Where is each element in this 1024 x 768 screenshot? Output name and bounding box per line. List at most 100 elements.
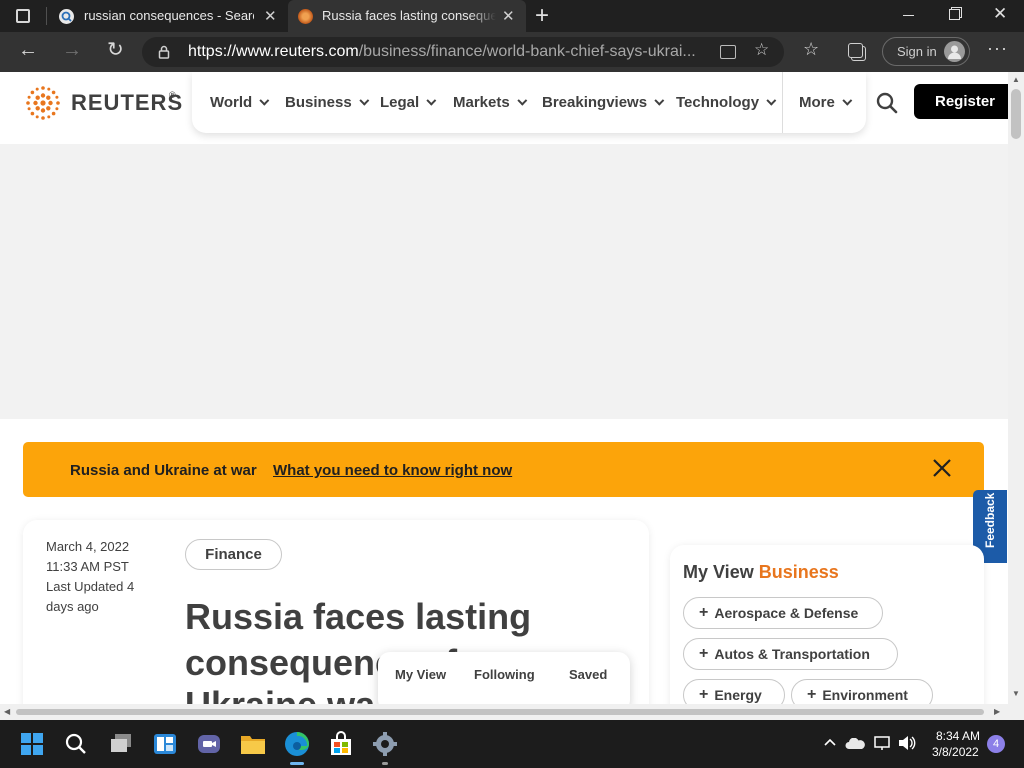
- nav-label: Technology: [676, 94, 760, 111]
- plus-icon: +: [699, 604, 709, 621]
- nav-label: Business: [285, 94, 352, 111]
- scroll-corner: [1008, 704, 1024, 720]
- topic-environment[interactable]: + Environment: [791, 679, 933, 704]
- store-icon[interactable]: [328, 731, 354, 757]
- registered-mark: ®: [169, 90, 176, 100]
- task-view-icon[interactable]: [109, 733, 133, 755]
- new-tab-icon[interactable]: +: [535, 2, 549, 30]
- topic-label: Energy: [714, 687, 762, 703]
- network-icon[interactable]: [874, 735, 892, 751]
- article-headline-line3: Ukraine wa: [185, 684, 375, 704]
- popup-tab-following[interactable]: Following: [474, 667, 535, 682]
- nav-label: Legal: [380, 94, 420, 111]
- collections-icon[interactable]: [848, 43, 863, 58]
- volume-icon[interactable]: [898, 735, 916, 751]
- banner-link[interactable]: What you need to know right now: [273, 462, 512, 479]
- horizontal-scrollbar[interactable]: ◀ ▶: [0, 704, 1008, 720]
- register-button[interactable]: Register: [914, 84, 1008, 119]
- nav-legal[interactable]: Legal: [380, 94, 437, 111]
- scroll-thumb[interactable]: [1011, 89, 1021, 139]
- nav-markets[interactable]: Markets: [453, 94, 527, 111]
- topic-label: Environment: [822, 687, 908, 703]
- back-icon[interactable]: ←: [18, 40, 38, 60]
- myview-popup: My View Following Saved: [378, 652, 630, 704]
- notification-badge[interactable]: 4: [987, 735, 1005, 753]
- nav-divider: [782, 72, 783, 133]
- lock-icon: [158, 45, 170, 59]
- reuters-logo[interactable]: REUTERS ®: [23, 83, 183, 123]
- widgets-icon[interactable]: [153, 732, 177, 756]
- edge-browser-icon[interactable]: [284, 731, 310, 757]
- search-icon[interactable]: [875, 91, 899, 115]
- add-favorite-icon[interactable]: ☆: [754, 40, 769, 60]
- nav-business[interactable]: Business: [285, 94, 369, 111]
- article-updated-cont: days ago: [46, 599, 99, 614]
- ad-space: [0, 144, 1008, 419]
- banner-title: Russia and Ukraine at war: [70, 462, 257, 479]
- immersive-reader-icon[interactable]: [720, 45, 736, 59]
- article-date: March 4, 2022: [46, 539, 130, 554]
- plus-icon: +: [699, 686, 709, 703]
- scroll-thumb[interactable]: [16, 709, 984, 715]
- show-hidden-icons-icon[interactable]: [823, 735, 837, 749]
- topic-label: Aerospace & Defense: [714, 605, 859, 621]
- tag-label: Finance: [205, 546, 262, 563]
- topic-energy[interactable]: + Energy: [683, 679, 785, 704]
- address-bar[interactable]: https://www.reuters.com/business/finance…: [142, 37, 784, 67]
- notification-count: 4: [992, 738, 1000, 750]
- myview-title: My View: [683, 562, 754, 582]
- tab-title: russian consequences - Search: [84, 8, 254, 23]
- teams-chat-icon[interactable]: [197, 732, 221, 756]
- settings-gear-icon[interactable]: [372, 731, 398, 757]
- sign-in-label: Sign in: [897, 44, 937, 59]
- start-icon[interactable]: [20, 732, 44, 756]
- nav-more[interactable]: More: [799, 94, 853, 111]
- search-icon[interactable]: [64, 732, 88, 756]
- register-label: Register: [935, 93, 996, 110]
- clock-date[interactable]: 3/8/2022: [932, 745, 979, 759]
- scroll-down-arrow-icon[interactable]: ▼: [1012, 689, 1020, 698]
- popup-tab-myview[interactable]: My View: [395, 667, 446, 682]
- nav-world[interactable]: World: [210, 94, 270, 111]
- nav-breakingviews[interactable]: Breakingviews: [542, 94, 665, 111]
- tab-search[interactable]: russian consequences - Search ✕: [50, 0, 286, 32]
- search-favicon-icon: [59, 9, 74, 24]
- avatar-icon: [944, 41, 965, 62]
- close-banner-icon[interactable]: [931, 457, 953, 479]
- topic-label: Autos & Transportation: [714, 646, 870, 662]
- main-nav: World Business Legal Markets Breakingvie…: [192, 72, 866, 133]
- popup-tab-saved[interactable]: Saved: [569, 667, 607, 682]
- nav-label: Markets: [453, 94, 510, 111]
- clock-time[interactable]: 8:34 AM: [936, 729, 980, 743]
- scroll-left-arrow-icon[interactable]: ◀: [4, 707, 10, 716]
- chevron-down-icon: [426, 95, 437, 106]
- scroll-right-arrow-icon[interactable]: ▶: [994, 707, 1000, 716]
- topic-aerospace[interactable]: + Aerospace & Defense: [683, 597, 883, 629]
- file-explorer-icon[interactable]: [240, 732, 266, 756]
- tab-divider: [46, 7, 47, 25]
- forward-icon[interactable]: →: [62, 40, 82, 60]
- sign-in-button[interactable]: Sign in: [882, 37, 970, 66]
- scroll-up-arrow-icon[interactable]: ▲: [1012, 75, 1020, 84]
- tab-actions-icon[interactable]: [16, 9, 30, 23]
- article-updated: Last Updated 4: [46, 579, 135, 594]
- tab-reuters-article[interactable]: Russia faces lasting consequences ✕: [288, 0, 526, 32]
- chevron-down-icon: [259, 95, 270, 106]
- finance-tag[interactable]: Finance: [185, 539, 282, 570]
- brand-name: REUTERS: [71, 90, 184, 115]
- running-app-indicator: [382, 762, 388, 765]
- close-tab-icon[interactable]: ✕: [264, 7, 277, 25]
- tab-title: Russia faces lasting consequences: [322, 8, 496, 23]
- minimize-icon[interactable]: [903, 15, 914, 16]
- plus-icon: +: [807, 686, 817, 703]
- close-window-icon[interactable]: ✕: [993, 4, 1007, 24]
- favorites-icon[interactable]: ☆: [803, 40, 819, 58]
- topic-autos[interactable]: + Autos & Transportation: [683, 638, 898, 670]
- vertical-scrollbar[interactable]: ▲ ▼: [1008, 72, 1024, 704]
- onedrive-icon[interactable]: [845, 737, 865, 749]
- nav-technology[interactable]: Technology: [676, 94, 777, 111]
- restore-icon[interactable]: [949, 9, 960, 20]
- close-tab-icon[interactable]: ✕: [502, 7, 515, 25]
- refresh-icon[interactable]: ↻: [107, 40, 124, 60]
- settings-more-icon[interactable]: ···: [987, 38, 1008, 59]
